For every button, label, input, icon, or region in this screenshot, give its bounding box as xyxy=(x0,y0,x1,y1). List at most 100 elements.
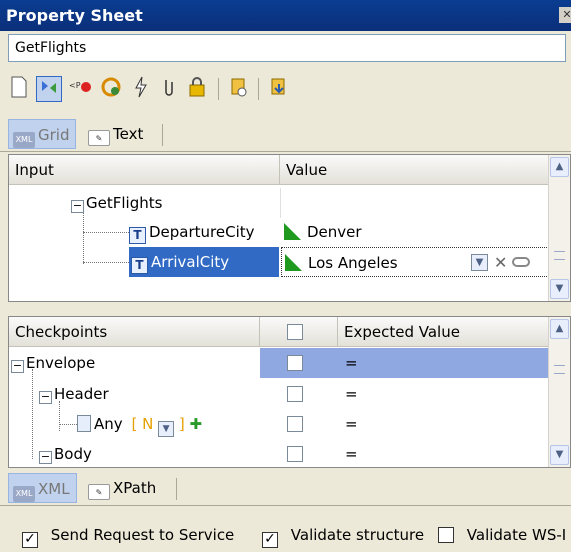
clear-value-icon[interactable]: ✕ xyxy=(494,248,507,278)
input-table: Input Value − GetFlights T DepartureCity D… xyxy=(8,154,571,302)
window-title: Property Sheet xyxy=(6,6,143,25)
row-value: Los Angeles xyxy=(308,254,398,272)
bottom-view-tabs: XML XML ✎ XPath xyxy=(0,470,571,506)
collapse-icon[interactable]: − xyxy=(71,200,84,213)
arrivalcity-value-editor[interactable]: Los Angeles ▼ ✕ xyxy=(281,247,549,277)
column-header-value[interactable]: Value xyxy=(280,155,550,185)
row-highlight xyxy=(260,348,550,378)
collapse-icon[interactable]: − xyxy=(39,391,52,404)
column-header-checkpoints[interactable]: Checkpoints xyxy=(9,317,260,347)
send-request-option[interactable]: ✓ Send Request to Service xyxy=(22,526,234,548)
input-table-scrollbar[interactable]: ▲ ▼ xyxy=(548,155,570,301)
tree-line xyxy=(32,369,33,459)
flag-icon xyxy=(284,223,301,240)
scrollbar-grip[interactable] xyxy=(554,251,565,260)
occurrence-bracket: [ xyxy=(131,415,138,433)
tab-text-label: Text xyxy=(113,125,144,143)
new-document-icon[interactable] xyxy=(6,76,32,102)
tree-line xyxy=(83,210,84,264)
grid-view-icon: XML xyxy=(13,132,35,148)
scroll-down-icon[interactable]: ▼ xyxy=(550,279,569,299)
checkpoint-table: Checkpoints Expected Value − Envelope = −… xyxy=(8,316,571,468)
send-request-checkbox[interactable]: ✓ xyxy=(22,532,38,548)
select-all-checkbox[interactable] xyxy=(287,324,303,340)
chevron-down-icon[interactable]: ▼ xyxy=(158,421,175,437)
bolt-icon[interactable] xyxy=(128,76,154,102)
tree-row-arrivalcity[interactable]: T ArrivalCity xyxy=(129,247,279,277)
checkpoint-checkbox[interactable] xyxy=(287,446,303,462)
tab-xpath[interactable]: ✎ XPath xyxy=(84,473,162,503)
scroll-up-icon[interactable]: ▲ xyxy=(550,157,569,177)
scroll-down-icon[interactable]: ▼ xyxy=(550,445,569,465)
operation-name-field[interactable]: GetFlights xyxy=(8,34,566,62)
expected-value-cell[interactable]: = xyxy=(345,439,358,467)
collapse-icon[interactable]: − xyxy=(11,360,24,373)
toolbar-separator xyxy=(218,78,219,100)
text-type-icon: T xyxy=(131,257,148,274)
row-label: Body xyxy=(54,445,92,463)
row-label: Header xyxy=(54,385,109,403)
checkpoint-checkbox[interactable] xyxy=(287,386,303,402)
row-value-cell[interactable] xyxy=(280,188,550,218)
tab-separator xyxy=(162,124,163,146)
expected-value-cell[interactable]: = xyxy=(345,348,358,378)
import-icon[interactable] xyxy=(266,76,292,102)
column-header-check[interactable] xyxy=(260,317,338,347)
tree-line xyxy=(83,232,129,233)
row-label: GetFlights xyxy=(86,194,163,212)
validate-ws-option[interactable]: Validate WS-I xyxy=(438,526,571,544)
expected-value-cell[interactable]: = xyxy=(345,409,358,439)
tree-row-envelope[interactable]: − Envelope xyxy=(11,348,95,378)
scrollbar-grip[interactable] xyxy=(554,365,565,374)
validate-structure-option[interactable]: ✓ Validate structure xyxy=(262,526,424,548)
close-icon[interactable]: ✕ xyxy=(559,7,571,23)
attachment-icon[interactable] xyxy=(156,76,182,102)
tab-xml[interactable]: XML XML xyxy=(8,473,77,503)
tab-separator xyxy=(176,478,177,500)
validate-structure-label: Validate structure xyxy=(290,526,425,544)
collapse-icon[interactable]: − xyxy=(39,451,52,464)
text-type-icon: T xyxy=(129,227,146,244)
chevron-down-icon[interactable]: ▼ xyxy=(471,254,488,271)
occurrence-value: N xyxy=(142,415,154,433)
row-label: DepartureCity xyxy=(149,223,255,241)
row-label: ArrivalCity xyxy=(151,253,230,271)
lock-icon[interactable] xyxy=(184,76,210,102)
tree-line xyxy=(83,262,129,263)
wsdl-import-icon[interactable]: <P xyxy=(68,76,94,102)
column-header-input[interactable]: Input xyxy=(9,155,280,185)
expected-value-cell[interactable]: = xyxy=(345,379,358,409)
message-exchange-icon[interactable] xyxy=(36,76,62,102)
xml-view-icon: XML xyxy=(13,486,35,502)
occurrence-bracket: ] xyxy=(178,415,185,433)
checkpoint-table-scrollbar[interactable]: ▲ ▼ xyxy=(548,317,570,467)
tree-row-body[interactable]: − Body xyxy=(39,439,92,467)
row-label: Envelope xyxy=(26,354,96,372)
departurecity-value[interactable]: Denver xyxy=(284,217,362,247)
toolbar-separator xyxy=(258,78,259,100)
tab-text[interactable]: ✎ Text xyxy=(84,119,149,149)
svg-text:<P: <P xyxy=(69,81,81,90)
tree-row-header[interactable]: − Header xyxy=(39,379,109,409)
toolbar: <P xyxy=(0,68,571,108)
send-request-label: Send Request to Service xyxy=(50,526,235,544)
checkpoint-checkbox[interactable] xyxy=(287,416,303,432)
link-icon[interactable] xyxy=(512,257,530,267)
row-value: Denver xyxy=(307,223,362,241)
checkpoint-checkbox[interactable] xyxy=(287,355,303,371)
document-icon xyxy=(77,415,91,432)
scroll-up-icon[interactable]: ▲ xyxy=(550,319,569,339)
validate-structure-checkbox[interactable]: ✓ xyxy=(262,532,278,548)
tree-line xyxy=(59,424,77,425)
refresh-schedule-icon[interactable] xyxy=(98,76,124,102)
tree-row-any[interactable]: Any [ N ▼ ] ✚ xyxy=(77,409,202,439)
xpath-view-icon: ✎ xyxy=(88,484,110,500)
tree-row-getflights[interactable]: − GetFlights xyxy=(71,188,162,218)
validate-ws-checkbox[interactable] xyxy=(438,527,454,543)
database-icon[interactable] xyxy=(226,76,252,102)
tab-grid[interactable]: XML Grid xyxy=(8,119,77,149)
add-icon[interactable]: ✚ xyxy=(190,415,203,433)
tree-row-departurecity[interactable]: T DepartureCity xyxy=(129,217,255,247)
column-header-expected-value[interactable]: Expected Value xyxy=(338,317,550,347)
tab-xml-label: XML xyxy=(38,480,70,498)
